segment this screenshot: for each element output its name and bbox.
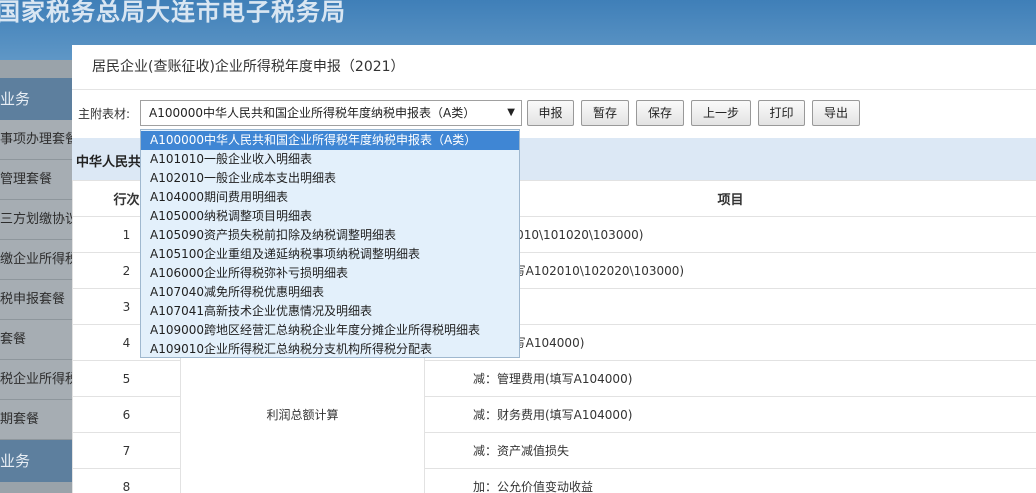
row-number: 6 bbox=[72, 396, 181, 433]
form-select-label: 主附表材: bbox=[78, 107, 131, 121]
sidebar-item[interactable]: 三方划缴协议 bbox=[0, 200, 72, 240]
save-temp-button[interactable]: 暂存 bbox=[581, 100, 629, 126]
sidebar-item[interactable]: 事项办理套餐 bbox=[0, 120, 72, 160]
row-item: 减：管理费用(填写A104000) bbox=[424, 360, 1036, 397]
form-select[interactable]: A100000中华人民共和国企业所得税年度纳税申报表（A类） ▼ bbox=[140, 100, 522, 126]
sidebar-section-header[interactable]: 业务 bbox=[0, 78, 72, 120]
form-select-value: A100000中华人民共和国企业所得税年度纳税申报表（A类） bbox=[149, 106, 476, 120]
row-number: 5 bbox=[72, 360, 181, 397]
prev-step-button[interactable]: 上一步 bbox=[691, 100, 751, 126]
dropdown-option[interactable]: A106000企业所得税弥补亏损明细表 bbox=[141, 264, 519, 283]
dropdown-option[interactable]: A105090资产损失税前扣除及纳税调整明细表 bbox=[141, 226, 519, 245]
print-button[interactable]: 打印 bbox=[758, 100, 805, 126]
sidebar-item[interactable]: 期套餐 bbox=[0, 400, 72, 440]
sidebar-section-header[interactable]: 业务 bbox=[0, 440, 72, 482]
modal-title: 居民企业(查账征收)企业所得税年度申报（2021） bbox=[72, 45, 1036, 90]
export-button[interactable]: 导出 bbox=[812, 100, 860, 126]
site-title: 国家税务总局大连市电子税务局 bbox=[0, 0, 346, 26]
dropdown-option[interactable]: A109000跨地区经营汇总纳税企业年度分摊企业所得税明细表 bbox=[141, 321, 519, 340]
dropdown-option[interactable]: A105000纳税调整项目明细表 bbox=[141, 207, 519, 226]
row-item: 减：财务费用(填写A104000) bbox=[424, 396, 1036, 433]
dropdown-option[interactable]: A105100企业重组及递延纳税事项纳税调整明细表 bbox=[141, 245, 519, 264]
sidebar-item[interactable]: 缴企业所得税 bbox=[0, 240, 72, 280]
declare-button[interactable]: 申报 bbox=[527, 100, 574, 126]
form-select-dropdown: A100000中华人民共和国企业所得税年度纳税申报表（A类） A101010一般… bbox=[140, 129, 520, 358]
row-number: 7 bbox=[72, 432, 181, 469]
dropdown-option[interactable]: A101010一般企业收入明细表 bbox=[141, 150, 519, 169]
dropdown-option[interactable]: A102010一般企业成本支出明细表 bbox=[141, 169, 519, 188]
row-item: 减：资产减值损失 bbox=[424, 432, 1036, 469]
save-button[interactable]: 保存 bbox=[636, 100, 684, 126]
row-number: 8 bbox=[72, 468, 181, 493]
sidebar: 业务 事项办理套餐 管理套餐 三方划缴协议 缴企业所得税 税申报套餐 套餐 税企… bbox=[0, 78, 72, 493]
chevron-down-icon[interactable]: ▼ bbox=[507, 101, 515, 125]
dropdown-option[interactable]: A100000中华人民共和国企业所得税年度纳税申报表（A类） bbox=[141, 131, 519, 150]
sidebar-item[interactable]: 管理套餐 bbox=[0, 160, 72, 200]
dropdown-option[interactable]: A107041高新技术企业优惠情况及明细表 bbox=[141, 302, 519, 321]
dropdown-option[interactable]: A104000期间费用明细表 bbox=[141, 188, 519, 207]
sidebar-item[interactable]: 税企业所得税 bbox=[0, 360, 72, 400]
sidebar-item[interactable]: 税申报套餐 bbox=[0, 280, 72, 320]
form-section-title: 中华人民共 bbox=[76, 155, 142, 170]
dropdown-option[interactable]: A107040减免所得税优惠明细表 bbox=[141, 283, 519, 302]
dropdown-option[interactable]: A109010企业所得税汇总纳税分支机构所得税分配表 bbox=[141, 340, 519, 359]
sidebar-item[interactable]: 套餐 bbox=[0, 320, 72, 360]
row-item: 加：公允价值变动收益 bbox=[424, 468, 1036, 493]
